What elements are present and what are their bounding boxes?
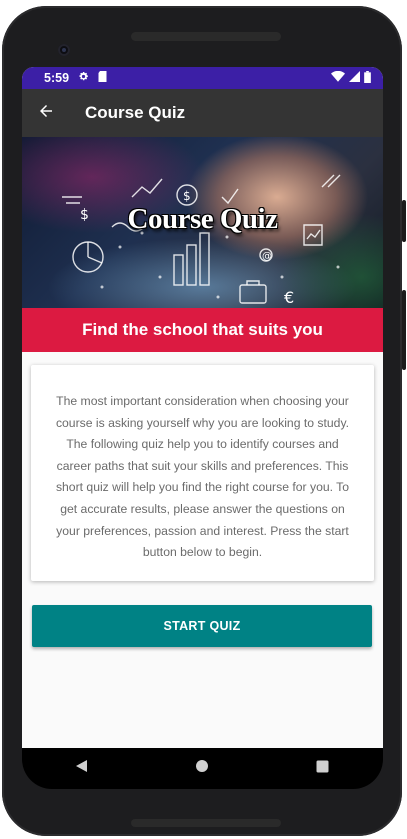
back-triangle-icon xyxy=(75,759,89,778)
top-speaker xyxy=(131,32,281,41)
status-bar: 5:59 xyxy=(22,67,383,89)
start-quiz-button[interactable]: START QUIZ xyxy=(32,605,372,647)
volume-button xyxy=(402,290,406,370)
banner-image: $ @ € $ Course Quiz xyxy=(22,137,383,308)
battery-icon xyxy=(364,70,371,86)
banner-title: Course Quiz xyxy=(127,203,278,235)
nav-home-button[interactable] xyxy=(182,749,222,789)
front-camera xyxy=(58,44,70,56)
svg-text:€: € xyxy=(284,288,294,307)
svg-text:$: $ xyxy=(183,189,191,203)
wifi-icon xyxy=(331,70,345,85)
bottom-speaker xyxy=(131,819,281,827)
app-bar-title: Course Quiz xyxy=(85,103,186,122)
system-nav-bar xyxy=(22,748,383,789)
home-circle-icon xyxy=(195,759,209,778)
tagline-text: Find the school that suits you xyxy=(82,320,323,339)
power-button xyxy=(402,200,406,242)
intro-card: The most important consideration when ch… xyxy=(31,365,374,581)
gear-icon xyxy=(78,71,89,85)
intro-text: The most important consideration when ch… xyxy=(55,394,350,560)
svg-text:@: @ xyxy=(262,251,272,262)
tagline-bar: Find the school that suits you xyxy=(22,308,383,352)
status-time: 5:59 xyxy=(44,71,70,85)
signal-icon xyxy=(349,71,360,85)
nav-recents-button[interactable] xyxy=(303,749,343,789)
back-button[interactable] xyxy=(22,89,70,137)
nav-back-button[interactable] xyxy=(62,749,102,789)
recents-square-icon xyxy=(316,760,329,778)
app-screen: 5:59 Course Quiz $ @ € $ Course Quiz Fin… xyxy=(22,67,383,748)
app-bar: Course Quiz xyxy=(22,89,383,137)
sd-card-icon xyxy=(98,71,107,85)
arrow-back-icon xyxy=(37,102,55,125)
